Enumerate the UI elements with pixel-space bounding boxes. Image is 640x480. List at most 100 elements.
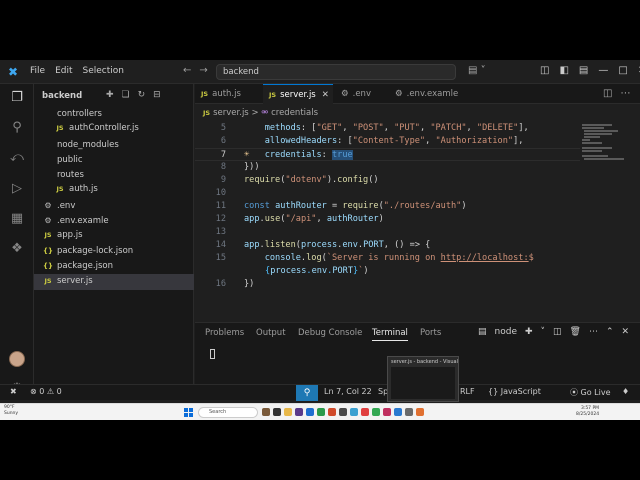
chevron-down-icon[interactable]: ˅ [541,327,546,337]
close-panel-icon[interactable]: ✕ [622,327,630,337]
tree-item[interactable]: ⚙ .env [34,198,194,213]
minimap[interactable] [580,122,630,182]
maximize-icon[interactable]: □ [618,65,627,76]
panel-tab-ports[interactable]: Ports [420,328,441,338]
code-line[interactable]: 14 app.listen(process.env.PORT, () => { [195,239,580,252]
explorer-folder-title[interactable]: backend [42,91,82,101]
tab-env[interactable]: ⚙ .env [335,84,387,104]
eol-sequence[interactable]: RLF [460,387,475,396]
layout-icon[interactable]: ◫ [540,65,549,76]
code-line[interactable]: 16}) [195,278,580,291]
app-icon[interactable] [306,408,314,416]
menu-file[interactable]: File [30,66,45,76]
collapse-all-icon[interactable]: ⊟ [153,90,161,100]
code-line[interactable]: 6 allowedHeaders: ["Content-Type", "Auth… [195,135,580,148]
remote-icon[interactable]: ✖ [10,387,17,396]
new-folder-icon[interactable]: ❏ [122,90,130,100]
code-line[interactable]: 5 methods: ["GET", "POST", "PUT", "PATCH… [195,122,580,135]
minimize-icon[interactable]: — [598,65,608,76]
language-mode[interactable]: {} JavaScript [488,387,541,396]
command-center-search[interactable]: backend [216,64,456,80]
tree-item[interactable]: {} package-lock.json [34,244,194,259]
tree-item[interactable]: ˅routes [34,167,194,182]
zoom-icon[interactable]: ⚲ [296,385,318,401]
new-terminal-icon[interactable]: ✚ [525,327,533,337]
python-icon[interactable]: ❖ [9,241,25,257]
panel-tab-problems[interactable]: Problems [205,328,244,338]
app-icon[interactable] [262,408,270,416]
system-tray-clock[interactable]: 3:57 PM 8/25/2024 [576,406,599,418]
code-line[interactable]: 12 app.use("/api", authRouter) [195,213,580,226]
cursor-position[interactable]: Ln 7, Col 22 [324,387,372,396]
go-live-button[interactable]: ⦿ Go Live [570,387,611,398]
windows-start-icon[interactable] [184,408,193,417]
panel-tab-debug-console[interactable]: Debug Console [298,328,362,338]
vscode-taskbar-icon[interactable] [394,408,402,416]
extensions-icon[interactable]: ▦ [9,211,25,227]
toggle-panel-icon[interactable]: ▤ [579,65,588,76]
code-line[interactable]: 11 const authRouter = require("./routes/a… [195,200,580,213]
code-line[interactable]: 10 [195,187,580,200]
problems-status[interactable]: ⊗ 0 ⚠ 0 [30,387,62,396]
tree-item[interactable]: ›node_modules [34,137,194,152]
code-line[interactable]: 9 require("dotenv").config() [195,174,580,187]
menu-edit[interactable]: Edit [55,66,72,76]
code-line[interactable]: 8})) [195,161,580,174]
tab-server-js[interactable]: JS server.js ✕ [263,84,333,104]
file-explorer-icon[interactable] [284,408,292,416]
new-file-icon[interactable]: ✚ [106,90,114,100]
weather-widget[interactable]: 90°F Sunny [4,405,18,417]
back-arrow-icon[interactable]: ← [183,65,191,76]
code-editor[interactable]: 5 methods: ["GET", "POST", "PUT", "PATCH… [195,122,580,322]
tree-item[interactable]: JS app.js [34,228,194,243]
source-control-icon[interactable]: ⤺ [9,150,25,166]
app-icon[interactable] [361,408,369,416]
breadcrumb-symbol[interactable]: credentials [271,108,318,118]
more-actions-icon[interactable]: ⋯ [620,88,630,99]
app-icon[interactable] [328,408,336,416]
app-icon[interactable] [339,408,347,416]
tree-item[interactable]: ›public [34,152,194,167]
tab-auth-js[interactable]: JS auth.js [195,84,261,104]
code-line[interactable]: 13 [195,226,580,239]
panel-tab-terminal[interactable]: Terminal [372,328,408,341]
more-actions-icon[interactable]: ⋯ [589,327,598,337]
app-icon[interactable] [295,408,303,416]
tree-item[interactable]: ˅controllers [34,106,194,121]
kill-terminal-icon[interactable]: 🗑 [570,327,581,337]
app-icon[interactable] [317,408,325,416]
app-icon[interactable] [416,408,424,416]
split-terminal-icon[interactable]: ◫ [553,327,562,337]
search-icon[interactable]: ⚲ [9,120,25,136]
toggle-sidebar-icon[interactable]: ◧ [559,65,568,76]
code-line[interactable]: ☀ 7 credentials: true [195,148,580,161]
app-icon[interactable] [405,408,413,416]
app-icon[interactable] [383,408,391,416]
taskbar-window-preview[interactable]: server.js - backend - Visual [387,356,459,402]
tree-item[interactable]: {} package.json [34,259,194,274]
taskbar-search[interactable]: Search [198,407,258,418]
app-icon[interactable] [273,408,281,416]
tree-item[interactable]: ⚙ .env.examle [34,213,194,228]
notifications-bell-icon[interactable]: ♦ [622,387,629,396]
editor-scrollbar[interactable] [630,122,638,322]
explorer-icon[interactable]: ❐ [9,90,25,106]
code-line[interactable]: 15 console.log(`Server is running on htt… [195,252,580,278]
run-debug-icon[interactable]: ▷ [9,181,25,197]
menu-selection[interactable]: Selection [83,66,124,76]
refresh-icon[interactable]: ↻ [138,90,146,100]
breadcrumb-file[interactable]: server.js [213,108,249,118]
tree-item[interactable]: JS auth.js [34,182,194,197]
maximize-panel-icon[interactable]: ⌃ [606,327,614,337]
account-avatar[interactable] [9,351,25,367]
panel-tab-output[interactable]: Output [256,328,286,338]
app-icon[interactable] [350,408,358,416]
terminal-shell-name[interactable]: node [495,327,517,337]
forward-arrow-icon[interactable]: → [199,65,207,76]
copilot-icon[interactable]: ▤ ˅ [468,65,486,76]
tree-item[interactable]: JS authController.js [34,121,194,136]
close-tab-icon[interactable]: ✕ [322,90,329,100]
split-editor-icon[interactable]: ◫ [603,88,612,99]
chrome-icon[interactable] [372,408,380,416]
tab-env-examle[interactable]: ⚙ .env.examle [389,84,469,104]
